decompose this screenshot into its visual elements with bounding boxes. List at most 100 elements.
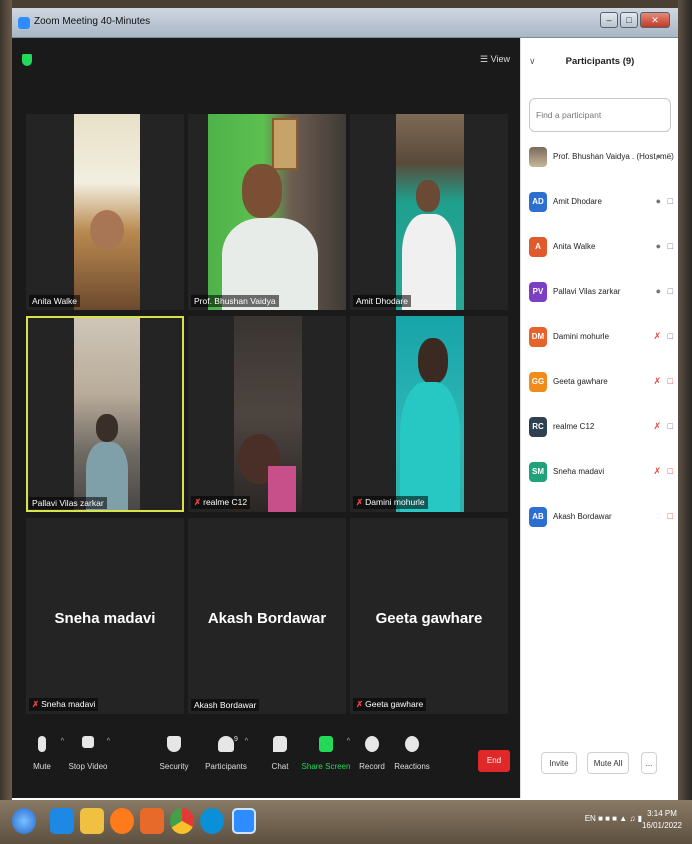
- share-screen-icon: [319, 736, 333, 752]
- participant-row[interactable]: RC realme C12 ✗ □: [529, 414, 677, 442]
- participant-row[interactable]: GG Geeta gawhare ✗ □: [529, 369, 677, 397]
- participant-row[interactable]: AB Akash Bordawar □: [529, 504, 677, 532]
- mic-muted-icon[interactable]: ✗: [653, 376, 661, 387]
- participant-row[interactable]: Prof. Bhushan Vaidya . (Host, me) ● □: [529, 144, 677, 172]
- zoom-taskbar-icon[interactable]: [232, 808, 256, 834]
- security-button[interactable]: Security: [150, 736, 198, 771]
- video-off-icon[interactable]: □: [668, 376, 673, 386]
- share-screen-button[interactable]: ^ Share Screen: [300, 736, 352, 771]
- tile-name-label: Akash Bordawar: [191, 699, 260, 711]
- reactions-button[interactable]: Reactions: [388, 736, 436, 771]
- tray-icons[interactable]: ■ ■ ■ ▲ ♫ ▮: [598, 814, 642, 823]
- video-camera-icon[interactable]: □: [668, 196, 673, 206]
- face-shape: [418, 338, 448, 384]
- mute-button[interactable]: ^ Mute: [18, 736, 66, 771]
- mic-muted-icon[interactable]: ✗: [653, 466, 661, 477]
- windows-taskbar: EN ■ ■ ■ ▲ ♫ ▮ 3:14 PM 16/01/2022: [0, 800, 692, 844]
- video-tile-geeta[interactable]: Geeta gawhare ✗ Geeta gawhare: [350, 518, 508, 714]
- participant-row[interactable]: A Anita Walke ● □: [529, 234, 677, 262]
- video-tile-anita[interactable]: Anita Walke: [26, 114, 184, 310]
- taskbar-clock[interactable]: 3:14 PM 16/01/2022: [642, 808, 682, 832]
- tile-name-label: ✗ realme C12: [191, 496, 251, 509]
- tile-name-label: Prof. Bhushan Vaidya: [191, 295, 279, 307]
- participant-row[interactable]: DM Damini mohurle ✗ □: [529, 324, 677, 352]
- microphone-icon[interactable]: ●: [656, 196, 661, 206]
- face-shape: [90, 210, 124, 250]
- microphone-icon[interactable]: ●: [656, 151, 661, 161]
- view-button[interactable]: ☰ View: [480, 54, 510, 65]
- video-camera-icon[interactable]: □: [668, 151, 673, 161]
- close-window-button[interactable]: ✕: [640, 12, 670, 28]
- clock-date: 16/01/2022: [641, 821, 682, 830]
- clock-time: 3:14 PM: [647, 809, 677, 818]
- participant-name: Pallavi Vilas zarkar: [553, 287, 621, 296]
- security-label: Security: [159, 762, 189, 771]
- video-off-icon[interactable]: □: [668, 466, 673, 476]
- video-tile-akash[interactable]: Akash Bordawar Akash Bordawar: [188, 518, 346, 714]
- start-orb-icon[interactable]: [12, 808, 36, 834]
- more-options-button[interactable]: ...: [641, 752, 657, 774]
- video-camera-icon[interactable]: □: [668, 286, 673, 296]
- video-tile-damini[interactable]: ✗ Damini mohurle: [350, 316, 508, 512]
- video-tile-pallavi[interactable]: Pallavi Vilas zarkar: [26, 316, 184, 512]
- find-participant-input[interactable]: [529, 98, 671, 132]
- stop-video-button[interactable]: ^ Stop Video: [64, 736, 112, 771]
- system-tray: EN ■ ■ ■ ▲ ♫ ▮: [585, 814, 642, 823]
- participants-count: 9: [234, 736, 238, 743]
- mic-muted-icon: ✗: [356, 699, 364, 709]
- participant-video: [208, 114, 346, 310]
- stop-video-label: Stop Video: [68, 762, 108, 771]
- mic-muted-icon[interactable]: ✗: [653, 421, 661, 432]
- tile-big-name: Akash Bordawar: [207, 610, 327, 627]
- tile-name-label: Anita Walke: [29, 295, 81, 307]
- participants-button[interactable]: 9 ^ Participants: [202, 736, 250, 771]
- window-titlebar: Zoom Meeting 40-Minutes – □ ✕: [12, 8, 678, 38]
- end-meeting-button[interactable]: End: [478, 750, 510, 772]
- microphone-icon[interactable]: ●: [656, 286, 661, 296]
- participant-video: [74, 318, 140, 510]
- panel-footer: Invite Mute All ...: [521, 752, 679, 782]
- video-camera-icon[interactable]: □: [668, 241, 673, 251]
- tile-name-label: ✗ Geeta gawhare: [353, 698, 427, 711]
- tile-name: Sneha madavi: [41, 699, 96, 709]
- caret-up-icon[interactable]: ^: [245, 738, 248, 745]
- tile-big-name: Geeta gawhare: [375, 610, 483, 627]
- firefox-icon[interactable]: [110, 808, 134, 834]
- window-controls: – □ ✕: [600, 12, 670, 28]
- video-tile-bhushan[interactable]: Prof. Bhushan Vaidya: [188, 114, 346, 310]
- video-tile-realme[interactable]: ✗ realme C12: [188, 316, 346, 512]
- grid-icon: ☰: [480, 54, 489, 64]
- language-indicator[interactable]: EN: [585, 814, 596, 823]
- record-icon: [365, 736, 379, 752]
- media-player-icon[interactable]: [140, 808, 164, 834]
- mic-muted-icon: ✗: [32, 699, 40, 709]
- wall-picture: [272, 118, 298, 170]
- minimize-button[interactable]: –: [600, 12, 618, 28]
- screen: Zoom Meeting 40-Minutes – □ ✕ ☰ View Ani…: [0, 0, 692, 844]
- internet-explorer-icon[interactable]: [50, 808, 74, 834]
- participant-video: [234, 316, 302, 512]
- participants-panel: ∨ Participants (9) Prof. Bhushan Vaidya …: [520, 38, 678, 798]
- invite-button[interactable]: Invite: [541, 752, 577, 774]
- microphone-icon[interactable]: ●: [656, 241, 661, 251]
- mute-all-button[interactable]: Mute All: [587, 752, 629, 774]
- caret-up-icon[interactable]: ^: [107, 738, 110, 745]
- participant-row[interactable]: AD Amit Dhodare ● □: [529, 189, 677, 217]
- video-tile-amit[interactable]: Amit Dhodare: [350, 114, 508, 310]
- video-off-icon[interactable]: □: [668, 511, 673, 521]
- video-tile-sneha[interactable]: Sneha madavi ✗ Sneha madavi: [26, 518, 184, 714]
- video-camera-icon[interactable]: □: [668, 421, 673, 431]
- mic-muted-icon[interactable]: ✗: [653, 331, 661, 342]
- maximize-button[interactable]: □: [620, 12, 638, 28]
- participant-row[interactable]: PV Pallavi Vilas zarkar ● □: [529, 279, 677, 307]
- chat-button[interactable]: Chat: [256, 736, 304, 771]
- video-camera-icon[interactable]: □: [668, 331, 673, 341]
- file-explorer-icon[interactable]: [80, 808, 104, 834]
- edge-icon[interactable]: [200, 808, 224, 834]
- participant-row[interactable]: SM Sneha madavi ✗ □: [529, 459, 677, 487]
- tile-name-label: Amit Dhodare: [353, 295, 411, 307]
- monitor-bezel-left: [0, 0, 12, 800]
- encryption-shield-icon[interactable]: [22, 54, 32, 66]
- zoom-app-icon: [18, 17, 30, 29]
- chrome-icon[interactable]: [170, 808, 194, 834]
